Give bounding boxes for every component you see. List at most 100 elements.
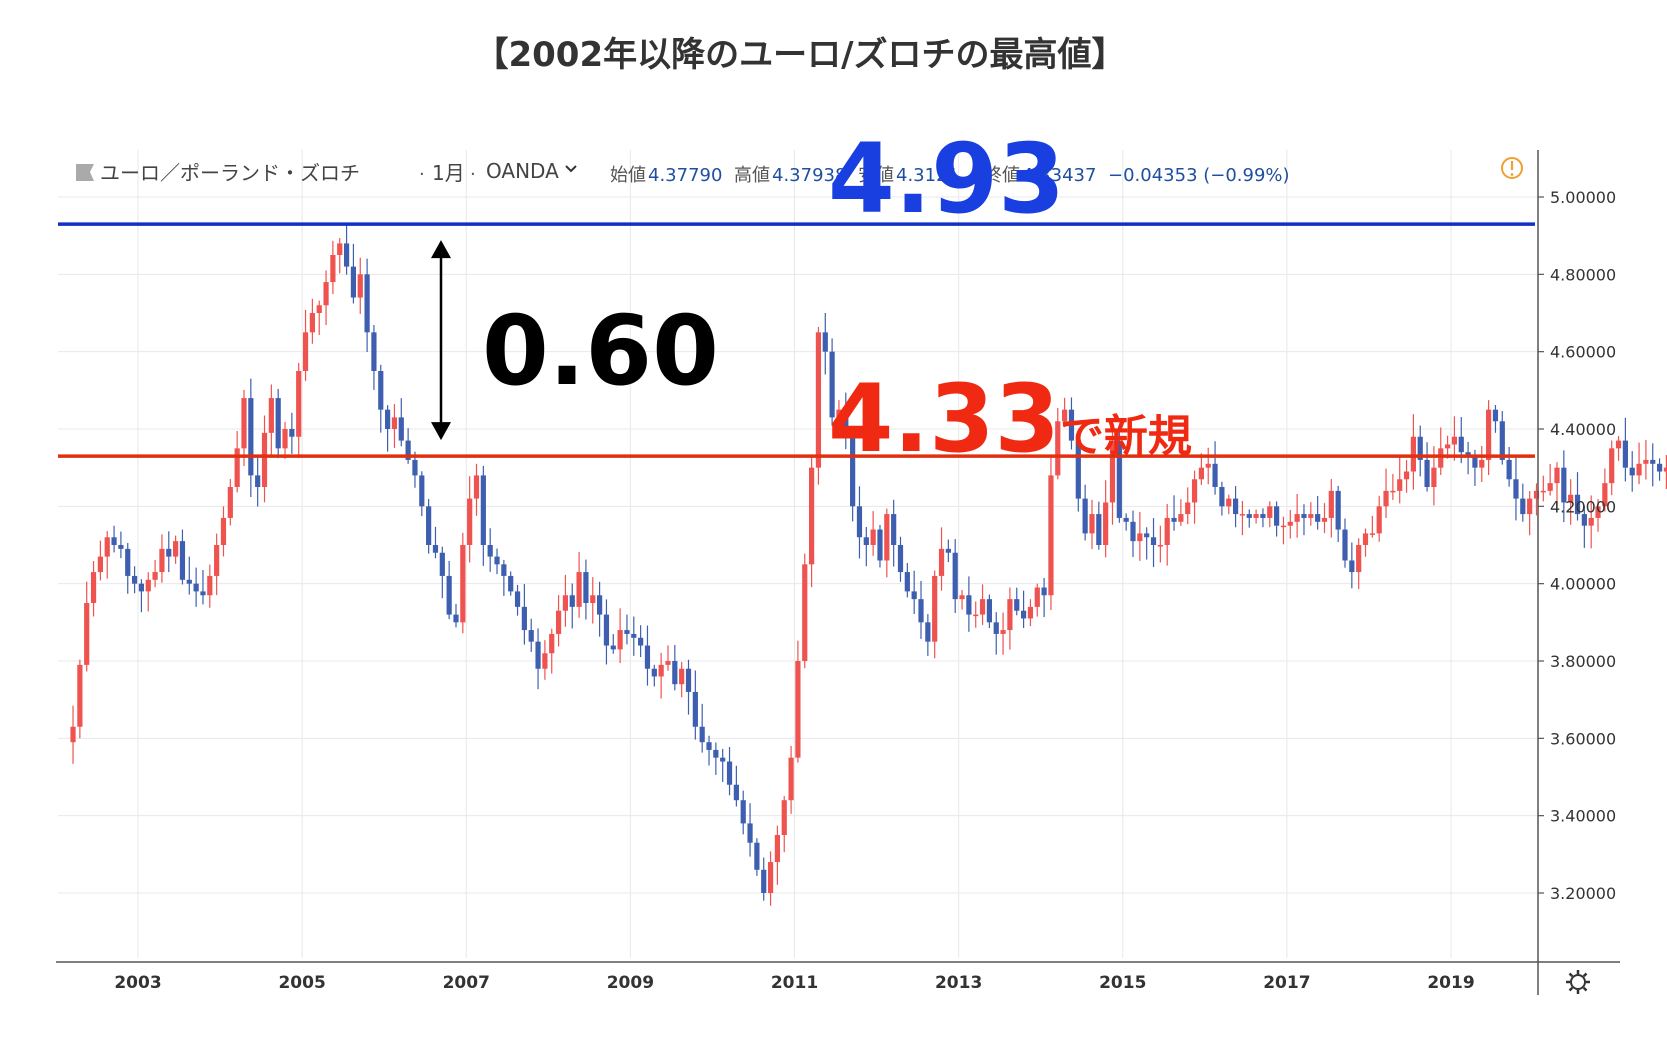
candle-body — [1027, 606, 1034, 619]
candle-body — [863, 537, 869, 545]
candle-body — [1615, 440, 1622, 449]
candle-body — [1198, 467, 1204, 480]
candle-body — [1164, 517, 1170, 545]
chevron-down-icon[interactable] — [565, 165, 577, 173]
y-tick-label: 3.80000 — [1550, 652, 1616, 671]
candle-body — [706, 742, 712, 750]
candle-body — [638, 637, 644, 646]
candle-body — [1274, 506, 1280, 526]
candle-body — [1588, 517, 1594, 526]
candle-body — [1554, 467, 1560, 484]
candle-body — [77, 664, 83, 727]
x-axis-ticks: 2003 2005 2007 2009 2011 2013 2015 2017 2019 — [114, 973, 1474, 993]
candle-body — [207, 575, 213, 596]
candle-body — [1301, 514, 1307, 518]
x-tick-label: 2011 — [771, 973, 818, 993]
candle-body — [1424, 459, 1430, 487]
candle-body — [1150, 537, 1157, 545]
candle-body — [1137, 533, 1143, 542]
candle-body — [501, 564, 507, 576]
candle-body — [1260, 514, 1266, 518]
y-tick-label: 4.40000 — [1550, 420, 1616, 439]
separator-dot: · — [470, 164, 476, 185]
candle-body — [597, 595, 603, 615]
candle-body — [822, 332, 828, 352]
candle-body — [138, 583, 145, 592]
candle-body — [460, 545, 466, 623]
candle-body — [1321, 517, 1328, 522]
candle-body — [1492, 409, 1499, 422]
candle-body — [1527, 498, 1533, 515]
x-tick-label: 2009 — [607, 973, 654, 993]
y-tick-label: 5.00000 — [1550, 188, 1616, 207]
candle-body — [1185, 502, 1191, 515]
candle-body — [1205, 463, 1211, 468]
candle-body — [1656, 463, 1663, 472]
candle-body — [1349, 560, 1355, 573]
candle-body — [1267, 506, 1273, 518]
x-tick-label: 2005 — [278, 973, 325, 993]
candle-body — [1622, 440, 1628, 468]
candle-body — [815, 332, 822, 468]
candle-body — [1007, 599, 1013, 631]
candle-body — [658, 664, 664, 677]
candle-body — [1315, 514, 1321, 522]
candle-body — [521, 606, 527, 631]
current-value-annotation: 4.33で新規 — [828, 365, 1192, 474]
candle-body — [398, 417, 404, 441]
candle-body — [1212, 463, 1218, 487]
candle-body — [1369, 533, 1375, 535]
candle-body — [200, 591, 206, 596]
candle-body — [877, 529, 883, 561]
candle-body — [364, 274, 370, 333]
candle-body — [726, 761, 733, 785]
candle-body — [467, 498, 473, 545]
x-tick-label: 2003 — [114, 973, 161, 993]
interval-label[interactable]: 1月 — [432, 161, 465, 185]
candle-body — [234, 448, 240, 487]
flag-icon — [76, 164, 94, 181]
candle-body — [432, 545, 439, 553]
candle-body — [214, 545, 220, 576]
candle-body — [1191, 479, 1198, 503]
candle-body — [282, 429, 288, 449]
candle-body — [275, 398, 281, 449]
candle-body — [1294, 514, 1300, 522]
candle-body — [740, 800, 746, 824]
candle-body — [555, 610, 562, 634]
candle-body — [672, 661, 678, 685]
candle-body — [1226, 498, 1232, 507]
x-tick-label: 2013 — [935, 973, 982, 993]
candle-body — [692, 691, 698, 727]
candle-body — [1239, 514, 1246, 516]
gear-icon[interactable] — [1566, 970, 1590, 994]
candle-body — [945, 548, 951, 553]
difference-annotation: 0.60 — [482, 295, 719, 407]
separator-dot: · — [419, 164, 425, 185]
candle-body — [1048, 475, 1054, 596]
candle-body — [302, 332, 309, 371]
x-tick-label: 2007 — [443, 973, 490, 993]
candle-body — [261, 432, 268, 487]
candle-body — [610, 645, 616, 650]
candle-body — [111, 537, 117, 545]
y-tick-label: 4.00000 — [1550, 575, 1616, 594]
candle-body — [97, 556, 103, 573]
candle-body — [227, 487, 233, 518]
candle-body — [248, 398, 254, 476]
warning-icon[interactable] — [1501, 157, 1523, 179]
candle-body — [1431, 467, 1437, 487]
candle-body — [1342, 529, 1348, 561]
source-label[interactable]: OANDA — [486, 159, 559, 183]
candle-body — [1513, 479, 1519, 499]
candle-body — [651, 668, 657, 677]
candle-body — [1390, 490, 1396, 493]
candle-body — [1171, 517, 1177, 522]
candle-body — [241, 398, 247, 449]
y-tick-label: 4.20000 — [1550, 497, 1616, 516]
candle-body — [1328, 490, 1334, 518]
candle-body — [761, 869, 767, 893]
candle-body — [1041, 587, 1047, 596]
candle-body — [918, 599, 924, 623]
candle-body — [1520, 498, 1526, 515]
